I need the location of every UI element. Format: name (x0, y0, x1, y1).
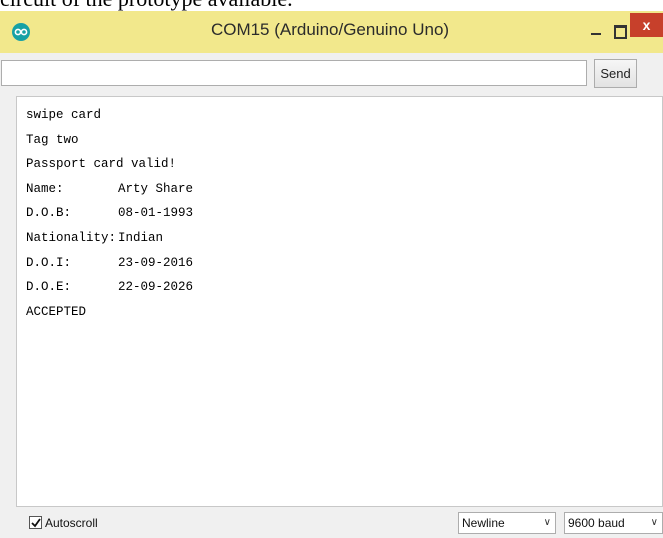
output-line: Tag two (26, 132, 79, 147)
monitor-client-area: Send swipe card Tag two Passport card vali… (0, 53, 663, 538)
window-title: COM15 (Arduino/Genuino Uno) (210, 20, 450, 39)
output-field-label: D.O.B: (26, 206, 72, 221)
baud-rate-select[interactable]: 9600 baud ∨ (564, 512, 663, 534)
bottom-toolbar: Autoscroll Newline ∨ 9600 baud ∨ (0, 507, 663, 538)
close-icon: x (642, 17, 651, 33)
chevron-down-icon: ∨ (650, 517, 658, 528)
send-input[interactable] (1, 60, 587, 86)
title-bar[interactable]: COM15 (Arduino/Genuino Uno) x (0, 11, 663, 53)
minimize-icon (591, 33, 601, 35)
send-button[interactable]: Send (594, 59, 637, 88)
close-button[interactable]: x (630, 13, 663, 37)
output-field-label: Nationality: (26, 231, 117, 245)
output-line: D.O.I: 23-09-2016 (26, 252, 193, 274)
output-field-value: 08-01-1993 (118, 206, 194, 221)
line-ending-value: Newline (462, 516, 505, 530)
serial-output[interactable]: swipe card Tag two Passport card valid! Nam… (16, 96, 663, 507)
serial-monitor-window: COM15 (Arduino/Genuino Uno) x Send swipe… (0, 11, 663, 538)
output-line: swipe card (26, 108, 102, 122)
chevron-down-icon: ∨ (543, 517, 551, 528)
output-field-label: Name: (26, 181, 64, 196)
output-field-value: Indian (118, 231, 164, 245)
output-line: Name: Arty Share (26, 178, 193, 200)
output-field-value: 23-09-2016 (118, 255, 194, 270)
output-line: ACCEPTED (26, 304, 87, 319)
output-field-label: D.O.I: (26, 255, 72, 270)
output-line: Nationality: Indian (26, 227, 163, 249)
output-field-label: D.O.E: (26, 280, 72, 295)
output-line: D.O.B: 08-01-1993 (26, 202, 193, 224)
output-field-value: 22-09-2026 (118, 280, 194, 295)
document-caption: circuit of the prototype available. (0, 0, 663, 11)
baud-rate-value: 9600 baud (568, 516, 625, 530)
maximize-icon (614, 25, 627, 39)
output-line: D.O.E: 22-09-2026 (26, 276, 193, 298)
checkmark-icon (31, 518, 41, 528)
autoscroll-label: Autoscroll (45, 516, 98, 530)
output-field-value: Arty Share (118, 181, 194, 196)
maximize-button[interactable] (610, 21, 630, 41)
minimize-button[interactable] (586, 21, 606, 41)
arduino-logo-icon (12, 23, 30, 41)
autoscroll-checkbox[interactable] (29, 516, 42, 529)
line-ending-select[interactable]: Newline ∨ (458, 512, 556, 534)
output-line: Passport card valid! (26, 157, 177, 172)
